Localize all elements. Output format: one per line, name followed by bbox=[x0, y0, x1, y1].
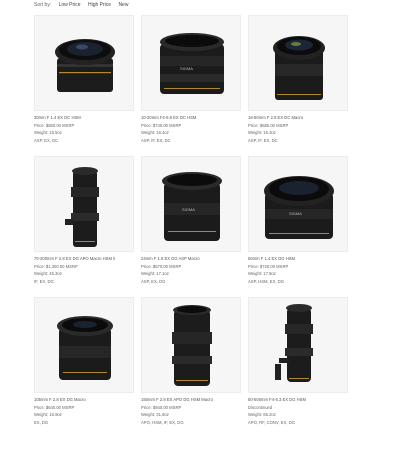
super-telephoto-lens-icon bbox=[275, 304, 313, 382]
product-name[interactable]: 105mm F 2.8 EX DG Macro bbox=[34, 396, 134, 404]
product-image[interactable] bbox=[248, 15, 348, 111]
normal-prime-lens-icon: SIGMA bbox=[264, 176, 334, 239]
sort-bar: Sort by: Low Price High Price New bbox=[34, 2, 134, 8]
product-info: 50mm F 1.4 EX DG HSM Price: $720.00 MSRP… bbox=[248, 255, 348, 285]
product-image[interactable] bbox=[34, 156, 134, 252]
product-price: Price: $940.00 MSRP bbox=[141, 404, 182, 410]
product-features: EX, DG bbox=[34, 419, 49, 425]
svg-text:SIGMA: SIGMA bbox=[289, 211, 302, 216]
product-info: 105mm F 2.8 EX DG Macro Price: $640.00 M… bbox=[34, 396, 134, 426]
product-card: SIGMA 10-20mm F4-5.6 EX DC HSM Price: $7… bbox=[141, 15, 241, 144]
tele-macro-lens-icon bbox=[172, 305, 212, 386]
product-weight: Weight: 15.5oz bbox=[34, 130, 62, 136]
product-features: APO, HSM, IF, EX, DG bbox=[141, 419, 184, 425]
product-card: 50-500mm F4-6.3 EX DG HSM Discontinued W… bbox=[248, 297, 348, 426]
product-features: ASP, EX, DC bbox=[34, 137, 59, 143]
product-features: ASP, IF, EX, DC bbox=[248, 137, 278, 143]
product-weight: Weight: 45.3oz bbox=[34, 271, 62, 277]
product-card: SIGMA 24mm F 1.8 EX DG ASP Macro Price: … bbox=[141, 156, 241, 285]
product-weight: Weight: 65.2oz bbox=[248, 412, 276, 418]
product-weight: Weight: 17.1oz bbox=[141, 271, 169, 277]
product-image[interactable]: SIGMA bbox=[248, 156, 348, 252]
product-image[interactable] bbox=[34, 297, 134, 393]
product-info: 50-500mm F4-6.3 EX DG HSM Discontinued W… bbox=[248, 396, 348, 426]
product-weight: Weight: 15.3oz bbox=[248, 130, 276, 136]
product-card: 30mm F 1.4 EX DC HSM Price: $650.00 MSRP… bbox=[34, 15, 134, 144]
product-name[interactable]: 50mm F 1.4 EX DG HSM bbox=[248, 255, 348, 263]
product-image[interactable] bbox=[34, 15, 134, 111]
macro-lens-icon bbox=[57, 316, 113, 380]
product-features: APO, RF, CONV, EX, DG bbox=[248, 419, 295, 425]
sort-label: Sort by: bbox=[34, 2, 52, 8]
product-info: 30mm F 1.4 EX DC HSM Price: $650.00 MSRP… bbox=[34, 114, 134, 144]
product-card: 70-200mm F 2.8 EX DG APO Macro HSM II Pr… bbox=[34, 156, 134, 285]
product-name[interactable]: 10-20mm F4-5.6 EX DC HSM bbox=[141, 114, 241, 122]
svg-text:SIGMA: SIGMA bbox=[180, 66, 193, 71]
wide-prime-lens-icon: SIGMA bbox=[162, 172, 222, 241]
product-weight: Weight: 15.9oz bbox=[34, 412, 62, 418]
product-image[interactable]: SIGMA bbox=[141, 156, 241, 252]
product-info: 24mm F 1.8 EX DG ASP Macro Price: $570.0… bbox=[141, 255, 241, 285]
product-name[interactable]: 70-200mm F 2.8 EX DG APO Macro HSM II bbox=[34, 255, 134, 263]
wide-zoom-lens-icon: SIGMA bbox=[160, 33, 224, 94]
product-card: 18-50mm F 2.8 EX DC Macro Price: $685.00… bbox=[248, 15, 348, 144]
sort-new-link[interactable]: New bbox=[118, 2, 128, 8]
sort-high-price-link[interactable]: High Price bbox=[88, 2, 111, 8]
product-card: 150mm F 2.8 EX APO DG HSM Macro Price: $… bbox=[141, 297, 241, 426]
product-price: Price: $1,300.00 MSRP bbox=[34, 263, 78, 269]
product-price: Price: $740.00 MSRP bbox=[141, 122, 182, 128]
product-price: Price: $570.00 MSRP bbox=[141, 263, 182, 269]
product-info: 70-200mm F 2.8 EX DG APO Macro HSM II Pr… bbox=[34, 255, 134, 285]
standard-prime-lens-icon bbox=[55, 39, 115, 92]
product-name[interactable]: 30mm F 1.4 EX DC HSM bbox=[34, 114, 134, 122]
product-features: ASP, HSM, EX, DG bbox=[248, 278, 284, 284]
product-price: Price: $720.00 MSRP bbox=[248, 263, 289, 269]
product-features: ASP, IF, EX, DC bbox=[141, 137, 171, 143]
product-price: Price: $640.00 MSRP bbox=[34, 404, 75, 410]
product-info: 18-50mm F 2.8 EX DC Macro Price: $685.00… bbox=[248, 114, 348, 144]
product-name[interactable]: 18-50mm F 2.8 EX DC Macro bbox=[248, 114, 348, 122]
product-card: 105mm F 2.8 EX DG Macro Price: $640.00 M… bbox=[34, 297, 134, 426]
product-features: IF, EX, DG bbox=[34, 278, 54, 284]
standard-zoom-lens-icon bbox=[273, 36, 325, 100]
product-card: SIGMA 50mm F 1.4 EX DG HSM Price: $720.0… bbox=[248, 156, 348, 285]
product-price: Price: $685.00 MSRP bbox=[248, 122, 289, 128]
product-name[interactable]: 150mm F 2.8 EX APO DG HSM Macro bbox=[141, 396, 241, 404]
product-price: Discontinued bbox=[248, 404, 273, 410]
svg-text:SIGMA: SIGMA bbox=[182, 207, 195, 212]
sort-low-price-link[interactable]: Low Price bbox=[59, 2, 81, 8]
product-weight: Weight: 17.8oz bbox=[248, 271, 276, 277]
product-features: ASP, EX, DG bbox=[141, 278, 166, 284]
product-price: Price: $650.00 MSRP bbox=[34, 122, 75, 128]
telephoto-zoom-lens-icon bbox=[65, 167, 99, 247]
product-name[interactable]: 50-500mm F4-6.3 EX DG HSM bbox=[248, 396, 348, 404]
product-image[interactable] bbox=[248, 297, 348, 393]
product-image[interactable] bbox=[141, 297, 241, 393]
product-name[interactable]: 24mm F 1.8 EX DG ASP Macro bbox=[141, 255, 241, 263]
product-weight: Weight: 31.8oz bbox=[141, 412, 169, 418]
product-image[interactable]: SIGMA bbox=[141, 15, 241, 111]
product-weight: Weight: 16.4oz bbox=[141, 130, 169, 136]
product-info: 150mm F 2.8 EX APO DG HSM Macro Price: $… bbox=[141, 396, 241, 426]
product-info: 10-20mm F4-5.6 EX DC HSM Price: $740.00 … bbox=[141, 114, 241, 144]
